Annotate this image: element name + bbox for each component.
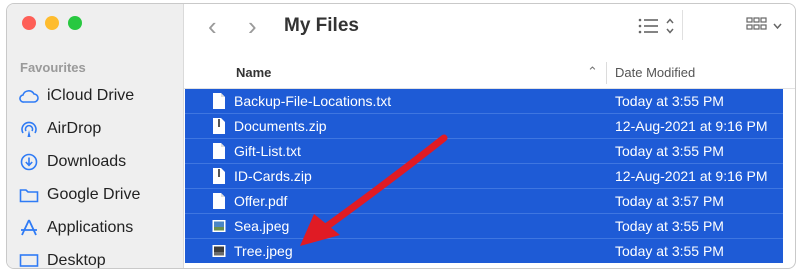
- file-name: Backup-File-Locations.txt: [234, 93, 392, 109]
- download-icon: [19, 152, 39, 172]
- sidebar-item-downloads[interactable]: Downloads: [19, 148, 126, 176]
- text-file-icon: [213, 143, 225, 159]
- sidebar-item-label: Downloads: [47, 153, 127, 170]
- date-modified-column-header[interactable]: Date Modified: [615, 65, 695, 80]
- file-name: ID-Cards.zip: [234, 168, 312, 184]
- zip-file-icon: [213, 168, 225, 184]
- file-name: Tree.jpeg: [234, 243, 293, 259]
- file-row[interactable]: Tree.jpeg Today at 3:55 PM: [185, 238, 783, 263]
- cloud-icon: [19, 86, 39, 106]
- forward-button[interactable]: ›: [248, 13, 257, 39]
- file-name: Offer.pdf: [234, 193, 288, 209]
- grid-view-icon: [746, 17, 782, 30]
- text-file-icon: [213, 93, 225, 109]
- file-name: Gift-List.txt: [234, 143, 301, 159]
- toolbar-divider: [682, 10, 683, 40]
- column-divider[interactable]: [606, 62, 607, 84]
- file-name: Sea.jpeg: [234, 218, 290, 234]
- file-date: Today at 3:55 PM: [615, 218, 724, 234]
- sidebar: Favourites iCloud Drive AirDrop Download…: [7, 4, 184, 268]
- file-date: Today at 3:55 PM: [615, 243, 724, 259]
- window-title: My Files: [284, 15, 359, 36]
- sidebar-item-label: Applications: [47, 219, 134, 236]
- sidebar-item-label: Google Drive: [47, 186, 141, 203]
- file-row[interactable]: Gift-List.txt Today at 3:55 PM: [185, 138, 783, 163]
- file-row[interactable]: Offer.pdf Today at 3:57 PM: [185, 188, 783, 213]
- file-row[interactable]: Backup-File-Locations.txt Today at 3:55 …: [185, 89, 783, 113]
- sidebar-item-icloud-drive[interactable]: iCloud Drive: [19, 82, 134, 110]
- file-date: 12-Aug-2021 at 9:16 PM: [615, 118, 768, 134]
- file-date: Today at 3:57 PM: [615, 193, 724, 209]
- list-view-button[interactable]: [637, 15, 677, 42]
- zoom-window-button[interactable]: [68, 16, 82, 30]
- file-list: Backup-File-Locations.txt Today at 3:55 …: [185, 89, 783, 263]
- pdf-file-icon: [213, 193, 225, 209]
- sidebar-item-google-drive[interactable]: Google Drive: [19, 181, 140, 209]
- minimize-window-button[interactable]: [45, 16, 59, 30]
- sidebar-item-desktop[interactable]: Desktop: [19, 247, 106, 269]
- airdrop-icon: [19, 119, 39, 139]
- image-file-icon: [212, 220, 226, 232]
- file-date: Today at 3:55 PM: [615, 93, 724, 109]
- sidebar-item-label: iCloud Drive: [47, 87, 135, 104]
- sidebar-item-label: Desktop: [47, 252, 106, 269]
- sidebar-item-applications[interactable]: Applications: [19, 214, 133, 242]
- name-column-header[interactable]: Name: [236, 65, 271, 80]
- zip-file-icon: [213, 118, 225, 134]
- favourites-section-label: Favourites: [20, 60, 86, 75]
- sidebar-item-label: AirDrop: [47, 120, 102, 137]
- close-window-button[interactable]: [22, 16, 36, 30]
- applications-icon: [19, 218, 39, 238]
- grid-view-button[interactable]: [746, 15, 786, 42]
- file-row[interactable]: ID-Cards.zip 12-Aug-2021 at 9:16 PM: [185, 163, 783, 188]
- back-button[interactable]: ‹: [208, 13, 217, 39]
- file-row[interactable]: Documents.zip 12-Aug-2021 at 9:16 PM: [185, 113, 783, 138]
- sidebar-item-airdrop[interactable]: AirDrop: [19, 115, 101, 143]
- desktop-icon: [19, 251, 39, 268]
- image-file-icon: [212, 245, 226, 257]
- column-header-row: Name ⌃ Date Modified: [184, 58, 795, 89]
- chevron-up-icon[interactable]: ⌃: [587, 64, 598, 80]
- list-view-icon: [638, 18, 674, 34]
- folder-icon: [19, 185, 39, 205]
- file-date: Today at 3:55 PM: [615, 143, 724, 159]
- file-name: Documents.zip: [234, 118, 327, 134]
- toolbar: ‹ › My Files: [184, 4, 795, 49]
- file-row[interactable]: Sea.jpeg Today at 3:55 PM: [185, 213, 783, 238]
- file-date: 12-Aug-2021 at 9:16 PM: [615, 168, 768, 184]
